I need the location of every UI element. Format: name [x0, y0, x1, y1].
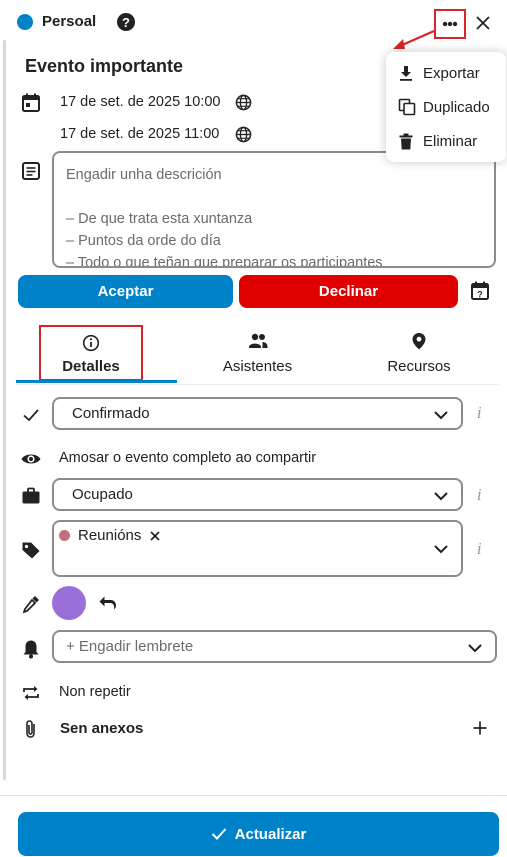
svg-text:?: ? — [122, 15, 130, 30]
timezone-globe-icon[interactable] — [235, 94, 252, 111]
footer-divider — [0, 795, 507, 796]
category-select[interactable]: Reunións — [52, 520, 463, 577]
description-textarea[interactable]: Engadir unha descrición – De que trata e… — [52, 151, 496, 268]
people-icon — [248, 333, 267, 348]
menu-item-label: Eliminar — [423, 132, 478, 150]
menu-item-export[interactable]: Exportar — [386, 57, 506, 89]
category-label: Reunións — [78, 527, 142, 544]
description-line: – Todo o que teñan que preparar os parti… — [66, 255, 383, 268]
scrollbar[interactable] — [3, 40, 6, 780]
menu-item-duplicate[interactable]: Duplicado — [386, 91, 506, 123]
tab-attendees-label: Asistentes — [222, 358, 293, 375]
description-line: – Puntos da orde do día — [66, 233, 221, 249]
close-icon[interactable] — [472, 12, 494, 34]
chevron-down-icon — [434, 545, 448, 554]
visibility-text[interactable]: Amosar o evento completo ao compartir — [59, 450, 316, 466]
update-label: Actualizar — [234, 825, 307, 843]
calendar-color-dot — [17, 14, 33, 30]
annotation-arrow — [393, 29, 435, 49]
remove-category-icon[interactable] — [149, 530, 161, 542]
checkmark-icon — [211, 828, 226, 840]
info-hint-icon[interactable]: i — [477, 486, 482, 504]
attachments-label: Sen anexos — [60, 720, 144, 737]
reminder-select[interactable]: + Engadir lembrete — [52, 630, 497, 663]
menu-item-label: Duplicado — [423, 98, 490, 116]
tabs-divider — [16, 384, 499, 385]
category-chip: Reunións — [59, 527, 161, 544]
chevron-down-icon — [468, 644, 482, 653]
status-select[interactable]: Confirmado — [52, 397, 463, 430]
tab-resources[interactable]: Recursos — [360, 330, 478, 382]
description-placeholder: Engadir unha descrición — [66, 167, 222, 183]
menu-item-delete[interactable]: Eliminar — [386, 125, 506, 157]
timezone-globe-icon[interactable] — [235, 126, 252, 143]
help-icon[interactable]: ? — [116, 12, 136, 32]
actions-menu: Exportar Duplicado Eliminar — [386, 52, 506, 162]
eye-icon — [21, 454, 41, 464]
more-icon — [442, 21, 458, 27]
menu-item-label: Exportar — [423, 64, 480, 82]
description-icon — [22, 162, 40, 180]
end-datetime[interactable]: 17 de set. de 2025 11:00 — [60, 126, 219, 142]
start-datetime[interactable]: 17 de set. de 2025 10:00 — [60, 94, 220, 110]
reminder-placeholder: + Engadir lembrete — [66, 638, 194, 655]
download-icon — [400, 66, 412, 81]
more-actions-button[interactable] — [434, 9, 466, 39]
trash-icon — [399, 133, 413, 149]
category-color-dot — [59, 530, 70, 541]
bell-icon — [23, 640, 39, 659]
repeat-setting[interactable]: Non repetir — [59, 684, 131, 700]
calendar-question-icon[interactable]: ? — [470, 281, 490, 301]
event-title[interactable]: Evento importante — [25, 56, 183, 77]
calendar-name[interactable]: Persoal — [42, 13, 96, 30]
info-hint-icon[interactable]: i — [477, 540, 482, 558]
duplicate-icon — [398, 98, 416, 116]
undo-icon[interactable] — [98, 594, 118, 612]
availability-value: Ocupado — [72, 486, 133, 503]
repeat-icon — [23, 686, 39, 700]
briefcase-icon — [22, 487, 40, 504]
color-picker-icon — [22, 596, 39, 614]
availability-select[interactable]: Ocupado — [52, 478, 463, 511]
active-tab-indicator — [16, 380, 177, 383]
tab-resources-label: Recursos — [387, 358, 451, 375]
location-pin-icon — [412, 333, 426, 350]
event-color-swatch[interactable] — [52, 586, 86, 620]
chevron-down-icon — [434, 411, 448, 420]
calendar-icon — [22, 93, 40, 112]
description-line: – De que trata esta xuntanza — [66, 211, 253, 227]
chevron-down-icon — [434, 492, 448, 501]
tab-details[interactable]: Detalles — [39, 325, 143, 381]
tab-attendees[interactable]: Asistentes — [200, 330, 315, 382]
tag-icon — [22, 542, 40, 559]
accept-button[interactable]: Aceptar — [18, 275, 233, 308]
tab-details-label: Detalles — [62, 358, 120, 375]
paperclip-icon — [26, 720, 35, 738]
update-button[interactable]: Actualizar — [18, 812, 499, 856]
decline-button[interactable]: Declinar — [239, 275, 458, 308]
add-attachment-icon[interactable] — [472, 720, 488, 736]
info-icon — [82, 334, 100, 352]
svg-text:?: ? — [477, 290, 483, 300]
check-icon — [23, 409, 39, 422]
status-value: Confirmado — [72, 405, 150, 422]
info-hint-icon[interactable]: i — [477, 404, 482, 422]
